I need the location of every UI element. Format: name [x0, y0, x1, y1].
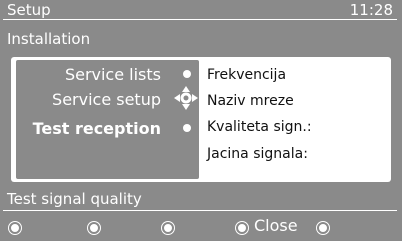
remote-key-bar: Close	[0, 214, 402, 241]
header-clock: 11:28	[349, 1, 393, 19]
header-subtitle: Installation	[7, 30, 91, 48]
menu-item-test-reception[interactable]: Test reception	[33, 120, 161, 138]
dpad-navigation-icon	[174, 86, 198, 110]
settings-panel: Service lists Service setup Test recepti…	[11, 57, 391, 182]
blue-key-icon[interactable]	[236, 222, 248, 234]
info-signal-quality: Kvaliteta sign.:	[207, 119, 312, 135]
info-signal-strength: Jacina signala:	[207, 146, 308, 162]
green-key-icon[interactable]	[88, 222, 100, 234]
help-text: Test signal quality	[7, 190, 142, 208]
info-network-name: Naziv mreze	[207, 93, 294, 109]
close-button[interactable]: Close	[254, 217, 298, 235]
red-key-icon[interactable]	[9, 222, 21, 234]
menu-list: Service lists Service setup Test recepti…	[16, 60, 199, 179]
tv-setup-screen: Setup 11:28 Installation Service lists S…	[0, 0, 402, 241]
footer-divider	[3, 210, 397, 211]
yellow-key-icon[interactable]	[162, 222, 174, 234]
menu-item-service-lists[interactable]: Service lists	[65, 66, 161, 84]
bullet-icon	[183, 124, 191, 132]
bullet-icon	[183, 70, 191, 78]
info-frequency: Frekvencija	[207, 67, 287, 83]
header-title: Setup	[7, 1, 51, 19]
menu-item-service-setup[interactable]: Service setup	[52, 91, 161, 109]
option-key-icon[interactable]	[317, 222, 329, 234]
header-divider	[3, 19, 397, 20]
